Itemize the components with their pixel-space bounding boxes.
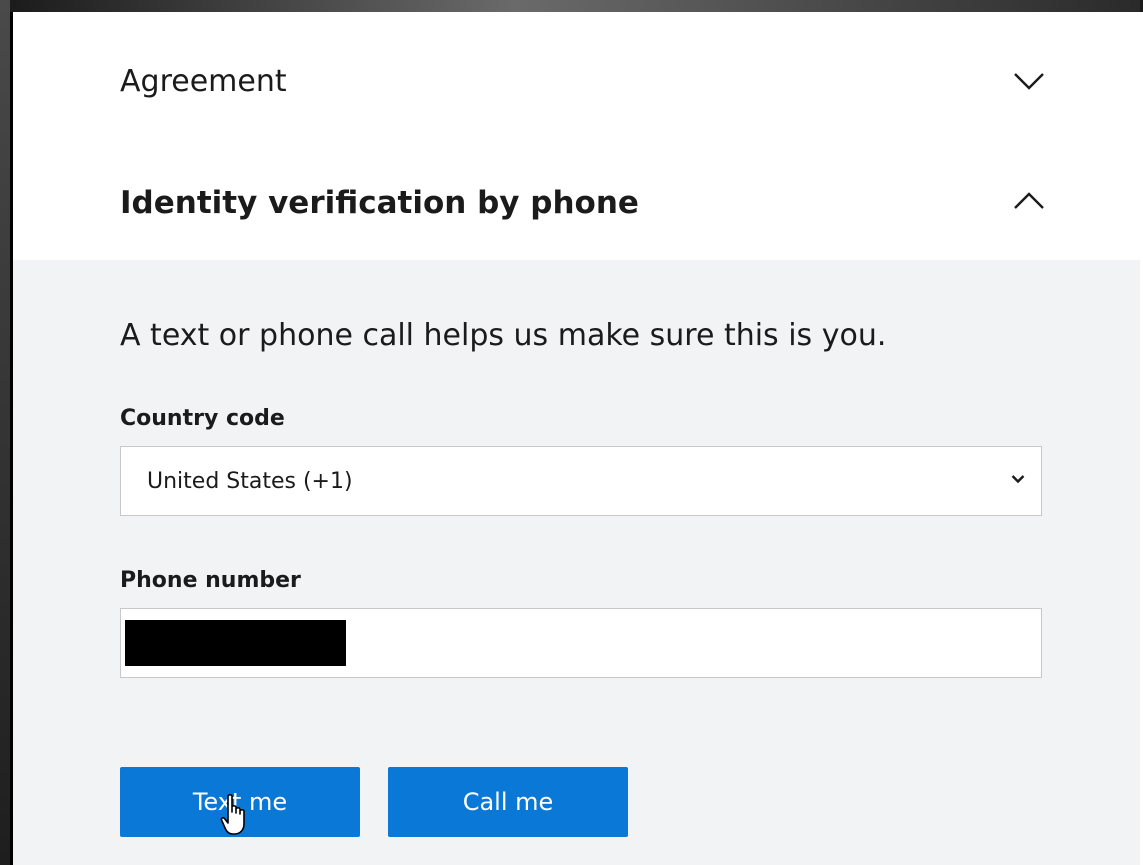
agreement-title: Agreement	[120, 64, 287, 99]
phone-number-input[interactable]	[120, 608, 1042, 678]
window-top-edge	[0, 0, 1143, 12]
intro-text: A text or phone call helps us make sure …	[120, 318, 887, 353]
dropdown-arrow-icon	[1011, 475, 1025, 484]
phone-number-label: Phone number	[120, 568, 301, 593]
country-code-label: Country code	[120, 406, 285, 431]
window-frame: Agreement Identity verification by phone…	[0, 0, 1143, 865]
window-left-edge	[0, 0, 10, 865]
country-code-value: United States (+1)	[147, 469, 353, 494]
verification-panel: Agreement Identity verification by phone…	[10, 12, 1143, 865]
hand-pointer-cursor-icon	[220, 794, 245, 835]
call-me-button[interactable]: Call me	[388, 767, 628, 837]
redacted-phone-value	[125, 620, 346, 666]
identity-verification-title: Identity verification by phone	[120, 185, 639, 221]
identity-verification-body: A text or phone call helps us make sure …	[13, 260, 1140, 865]
accordion-agreement-header[interactable]: Agreement	[13, 12, 1140, 137]
chevron-down-icon[interactable]	[1013, 71, 1045, 91]
country-code-select[interactable]: United States (+1)	[120, 446, 1042, 516]
accordion-identity-header[interactable]: Identity verification by phone	[13, 137, 1140, 260]
chevron-up-icon[interactable]	[1013, 191, 1045, 211]
